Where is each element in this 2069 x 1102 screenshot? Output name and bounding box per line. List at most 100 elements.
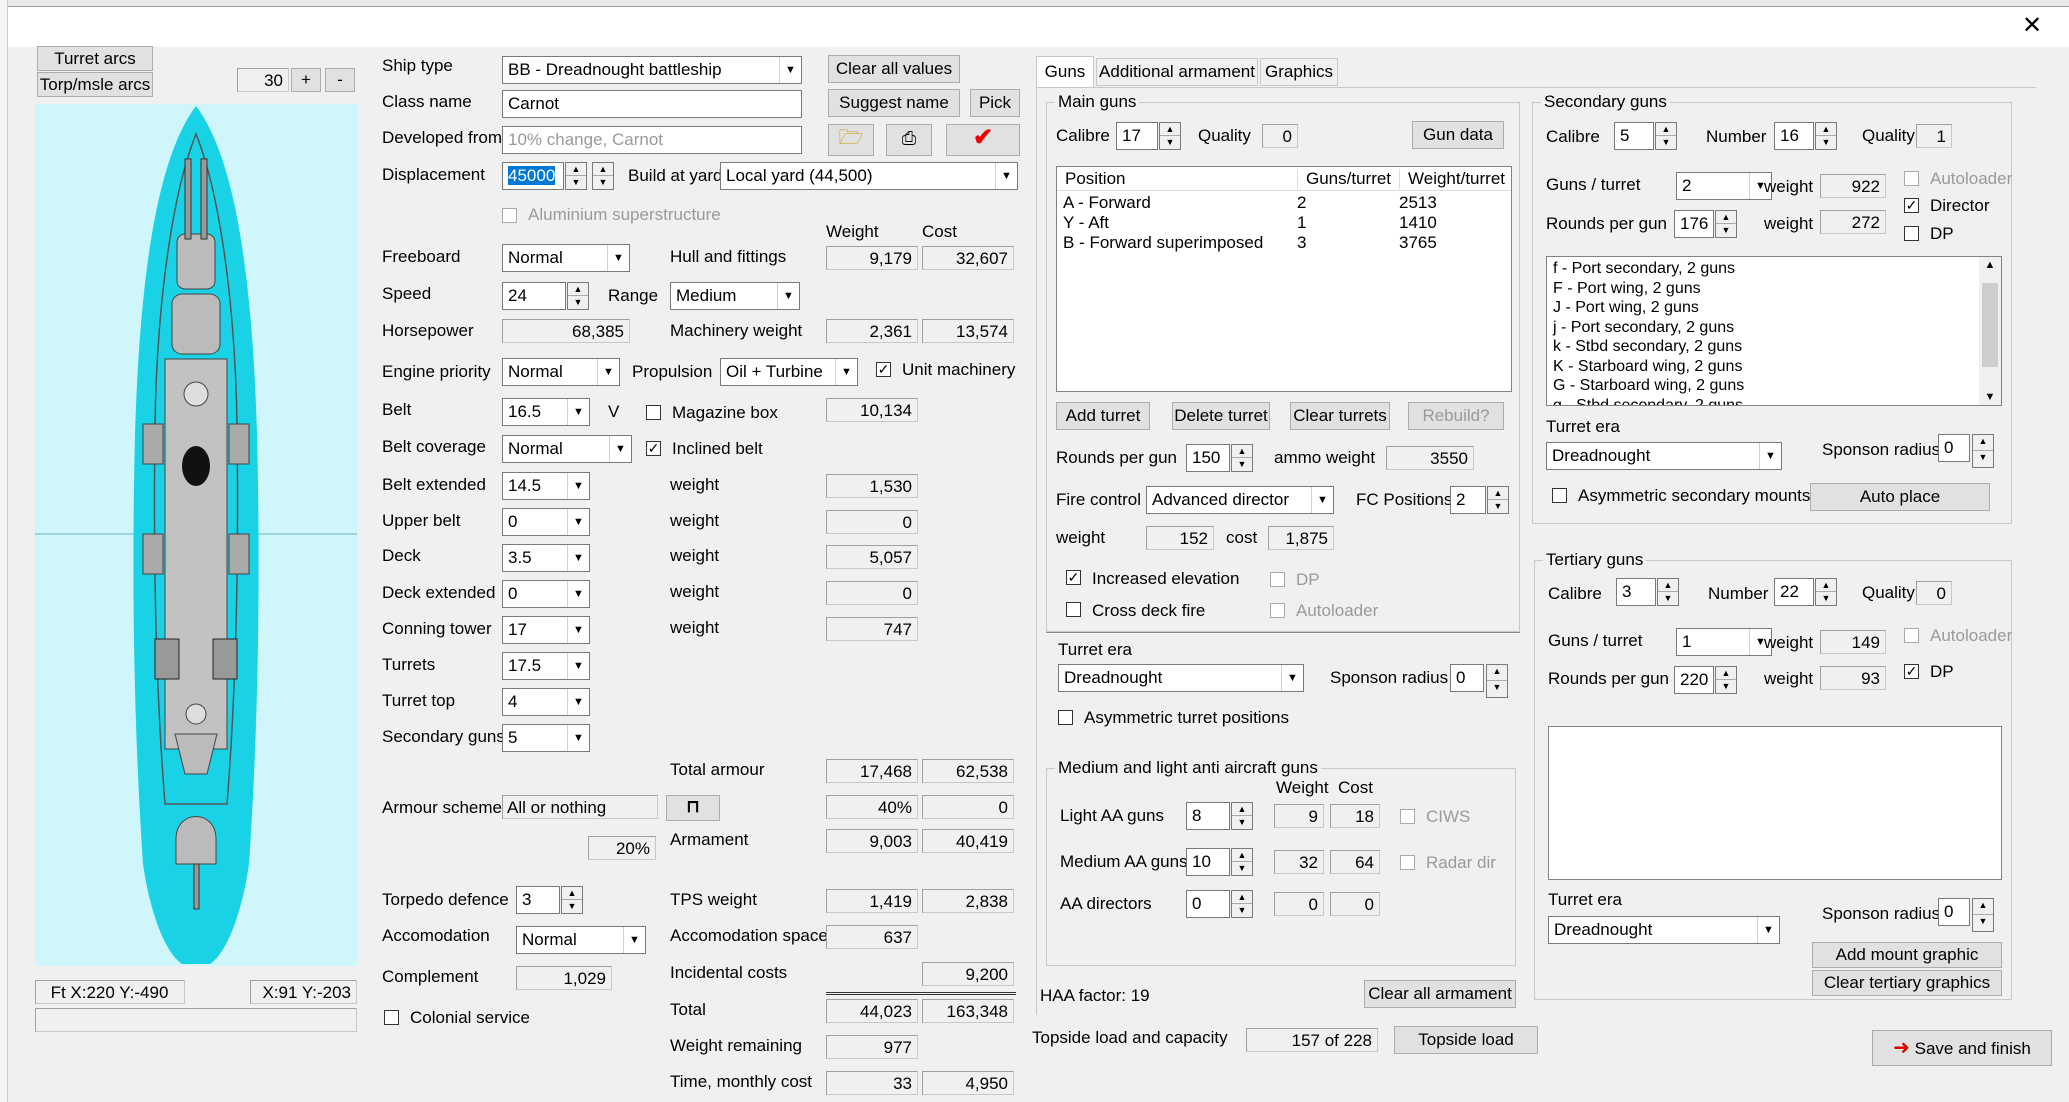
upper-belt-select[interactable]: 0 ▼ [502,508,590,536]
belt-extended-select[interactable]: 14.5 ▼ [502,472,590,500]
clear-all-values-button[interactable]: Clear all values [828,55,960,83]
rebuild-button[interactable]: Rebuild? [1408,402,1504,430]
ter-autoloader-checkbox[interactable] [1904,628,1919,643]
main-autoloader-checkbox[interactable] [1270,603,1285,618]
ter-rpg-input[interactable]: 220 [1674,666,1714,694]
main-dp-checkbox[interactable] [1270,572,1285,587]
speed-input[interactable]: 24 [502,282,566,310]
add-turret-button[interactable]: Add turret [1056,402,1150,430]
fc-positions-input[interactable]: 2 [1450,486,1486,514]
pick-button[interactable]: Pick [970,89,1020,117]
ter-dp-checkbox[interactable]: ✓ [1904,664,1919,679]
turret-top-select[interactable]: 4 ▼ [502,688,590,716]
fire-control-select[interactable]: Advanced director ▼ [1146,486,1334,514]
belt-select[interactable]: 16.5 ▼ [502,398,590,426]
sec-number-spinner[interactable]: ▲ ▼ [1815,122,1837,150]
print-button[interactable]: ⎙ [886,124,932,156]
turret-arcs-button[interactable]: Turret arcs [37,46,153,71]
ter-number-input[interactable]: 22 [1774,578,1814,606]
engine-priority-select[interactable]: Normal ▼ [502,358,620,386]
build-yard-select[interactable]: Local yard (44,500) ▼ [720,162,1018,190]
ter-gpt-select[interactable]: 1 ▼ [1676,628,1772,656]
ter-sponson-spinner[interactable]: ▲ ▼ [1972,898,1994,932]
radar-dir-checkbox[interactable] [1400,855,1415,870]
ter-era-select[interactable]: Dreadnought ▼ [1548,916,1780,944]
list-item[interactable]: K - Starboard wing, 2 guns [1553,357,1744,377]
freeboard-select[interactable]: Normal ▼ [502,244,630,272]
accomodation-select[interactable]: Normal ▼ [516,926,646,954]
clear-all-armament-button[interactable]: Clear all armament [1364,980,1516,1008]
sec-rpg-spinner[interactable]: ▲ ▼ [1715,210,1737,238]
sec-number-input[interactable]: 16 [1774,122,1814,150]
main-guns-table[interactable]: Position Guns/turret Weight/turret A - F… [1056,166,1512,392]
propulsion-select[interactable]: Oil + Turbine ▼ [720,358,858,386]
medium-aa-spinner[interactable]: ▲ ▼ [1231,848,1253,876]
sec-asym-checkbox[interactable] [1552,488,1567,503]
table-row[interactable]: B - Forward superimposed 3 3765 [1057,233,1497,253]
ter-sponson-input[interactable]: 0 [1938,898,1970,926]
torp-arcs-button[interactable]: Torp/msle arcs [37,72,153,97]
sec-rpg-input[interactable]: 176 [1674,210,1714,238]
medium-aa-input[interactable]: 10 [1186,848,1230,876]
ship-diagram[interactable] [35,104,357,966]
deck-extended-select[interactable]: 0 ▼ [502,580,590,608]
cross-deck-checkbox[interactable] [1066,602,1081,617]
close-icon[interactable]: ✕ [2014,11,2050,40]
colonial-service-checkbox[interactable] [384,1010,399,1025]
unit-machinery-checkbox[interactable]: ✓ [876,362,891,377]
main-rpg-spinner[interactable]: ▲ ▼ [1231,444,1253,472]
sec-sponson-spinner[interactable]: ▲ ▼ [1972,434,1994,468]
table-row[interactable]: A - Forward 2 2513 [1057,193,1497,213]
suggest-name-button[interactable]: Suggest name [828,89,960,117]
ter-calibre-spinner[interactable]: ▲ ▼ [1657,578,1679,606]
save-and-finish-button[interactable]: ➜ Save and finish [1872,1030,2052,1066]
torpedo-defence-input[interactable]: 3 [516,886,560,914]
sec-gpt-select[interactable]: 2 ▼ [1676,172,1772,200]
armour-scheme-button[interactable]: ⊓ [666,795,720,821]
list-item[interactable]: F - Port wing, 2 guns [1553,279,1744,299]
list-item[interactable]: G - Starboard wing, 2 guns [1553,376,1744,396]
tertiary-mounts-list[interactable] [1548,726,2002,880]
developed-from-input[interactable]: 10% change, Carnot [502,126,802,154]
displacement-input[interactable]: 45000 [502,162,564,190]
sec-sponson-input[interactable]: 0 [1938,434,1970,462]
tab-graphics[interactable]: Graphics [1260,58,1338,86]
main-sponson-spinner[interactable]: ▲ ▼ [1486,664,1508,698]
inclined-belt-checkbox[interactable]: ✓ [646,441,661,456]
gun-data-button[interactable]: Gun data [1412,121,1504,149]
main-calibre-spinner[interactable]: ▲ ▼ [1159,122,1181,150]
col-position[interactable]: Position [1065,169,1125,189]
aluminium-checkbox[interactable] [502,208,517,223]
main-sponson-input[interactable]: 0 [1450,664,1484,692]
table-row[interactable]: Y - Aft 1 1410 [1057,213,1497,233]
class-name-input[interactable]: Carnot [502,90,802,118]
clear-tertiary-graphics-button[interactable]: Clear tertiary graphics [1812,970,2002,996]
sec-calibre-input[interactable]: 5 [1614,122,1654,150]
turrets-select[interactable]: 17.5 ▼ [502,652,590,680]
auto-place-button[interactable]: Auto place [1810,483,1990,511]
clear-turrets-button[interactable]: Clear turrets [1290,402,1390,430]
secondary-guns-armour-select[interactable]: 5 ▼ [502,724,590,752]
asym-turret-checkbox[interactable] [1058,710,1073,725]
secondary-mounts-list[interactable]: f - Port secondary, 2 guns F - Port wing,… [1546,256,2002,406]
aa-directors-spinner[interactable]: ▲ ▼ [1231,890,1253,918]
list-item[interactable]: g - Stbd secondary, 2 guns [1553,396,1744,406]
sec-dp-checkbox[interactable] [1904,226,1919,241]
list-scrollbar[interactable]: ▲ ▼ [1979,257,2001,405]
belt-coverage-select[interactable]: Normal ▼ [502,435,632,463]
add-mount-graphic-button[interactable]: Add mount graphic [1812,942,2002,968]
topside-load-button[interactable]: Topside load [1394,1026,1538,1054]
tab-additional-armament[interactable]: Additional armament [1096,58,1258,86]
increased-elevation-checkbox[interactable]: ✓ [1066,570,1081,585]
zoom-minus-button[interactable]: - [325,68,355,92]
ship-type-select[interactable]: BB - Dreadnought battleship ▼ [502,56,802,84]
speed-spinner[interactable]: ▲ ▼ [567,282,589,310]
accept-button[interactable]: ✔ [946,124,1020,156]
light-aa-input[interactable]: 8 [1186,802,1230,830]
col-guns-turret[interactable]: Guns/turret [1297,169,1391,189]
sec-autoloader-checkbox[interactable] [1904,171,1919,186]
fc-positions-spinner[interactable]: ▲ ▼ [1487,486,1509,514]
sec-era-select[interactable]: Dreadnought ▼ [1546,442,1782,470]
ter-calibre-input[interactable]: 3 [1616,578,1656,606]
range-select[interactable]: Medium ▼ [670,282,800,310]
